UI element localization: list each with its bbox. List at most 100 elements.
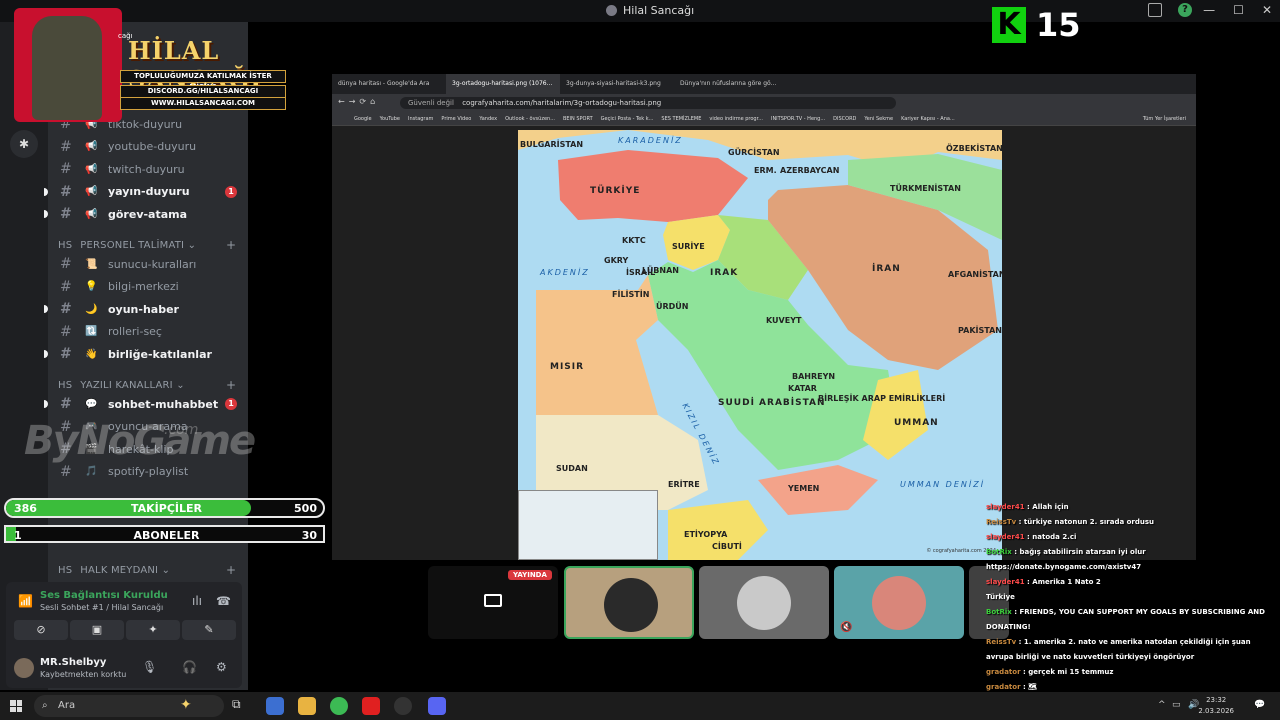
- security-indicator: Güvenli değil: [408, 99, 454, 107]
- map-country-label: BAHREYN: [792, 372, 836, 381]
- channel-label: birliğe-katılanlar: [108, 347, 212, 361]
- discord-icon[interactable]: [428, 697, 446, 715]
- add-channel-icon[interactable]: +: [226, 563, 236, 577]
- bookmark-item[interactable]: SES TEMİZLEME: [661, 112, 701, 125]
- bookmark-item[interactable]: Yandex: [479, 112, 497, 125]
- username[interactable]: MR.Shelbyy: [40, 657, 106, 668]
- bookmark-item[interactable]: YouTube: [380, 112, 400, 125]
- channel-rolleri-seç[interactable]: # 🔃 rolleri-seç: [48, 321, 244, 343]
- browser-tab[interactable]: Dünya'nın nüfuslarına göre gö...: [674, 74, 788, 94]
- bookmark-item[interactable]: Yeni Sekme: [864, 112, 893, 125]
- map-country-label: KKTC: [622, 236, 646, 245]
- add-channel-icon[interactable]: +: [226, 238, 236, 252]
- start-button[interactable]: [10, 700, 22, 712]
- world-locator-inset: [518, 490, 658, 560]
- bookmark-item[interactable]: video indirme progr...: [709, 112, 763, 125]
- map-sea-label: KARADENİZ: [618, 136, 683, 145]
- add-channel-icon[interactable]: +: [226, 378, 236, 392]
- category-header[interactable]: HS HALK MEYDANI ⌄: [58, 565, 170, 576]
- help-icon[interactable]: ?: [1178, 3, 1192, 17]
- bookmark-item[interactable]: Kariyer Kapısı - Ana...: [901, 112, 955, 125]
- obs-icon[interactable]: [394, 697, 412, 715]
- unread-indicator: [44, 400, 48, 408]
- category-header[interactable]: HS YAZILI KANALLARI ⌄: [58, 380, 185, 391]
- nav-buttons[interactable]: ←→⟳⌂: [338, 97, 379, 106]
- bookmark-item[interactable]: Prime Video: [441, 112, 471, 125]
- voice-channel[interactable]: Sesli Sohbet #1 / Hilal Sancağı: [40, 603, 163, 612]
- clock[interactable]: 23:32 2.03.2026: [1198, 695, 1234, 717]
- bookmark-item[interactable]: INITSPOR.TV - Heng...: [771, 112, 825, 125]
- map-country-label: TÜRKMENİSTAN: [890, 184, 961, 193]
- maximize-button[interactable]: ☐: [1233, 3, 1244, 17]
- network-icon[interactable]: ▭: [1172, 700, 1181, 710]
- category-header[interactable]: HS PERSONEL TALİMATI ⌄: [58, 240, 196, 251]
- channel-birliğe-katılanlar[interactable]: # 👋 birliğe-katılanlar: [44, 343, 244, 365]
- close-button[interactable]: ✕: [1262, 3, 1272, 17]
- youtube-icon[interactable]: [362, 697, 380, 715]
- map-country-label: SUUDİ ARABİSTAN: [718, 398, 826, 408]
- bookmark-item[interactable]: DISCORD: [833, 112, 856, 125]
- bookmark-item[interactable]: BEIN SPORT: [563, 112, 593, 125]
- channel-label: sohbet-muhabbet: [108, 397, 219, 411]
- browser-tab[interactable]: 3g-dunya-siyasi-haritasi-k3.png: [560, 74, 674, 94]
- url-field[interactable]: Güvenli değil cografyaharita.com/harital…: [400, 97, 896, 109]
- chat-message: slayder41 : natoda 2.ci: [986, 530, 1276, 545]
- window-title-text: Hilal Sancağı: [623, 4, 695, 17]
- store-icon[interactable]: [266, 697, 284, 715]
- participant-tile[interactable]: [699, 566, 829, 639]
- category-prefix: HS: [58, 565, 73, 576]
- chat-text: Allah için: [1032, 503, 1069, 511]
- channel-yayın-duyuru[interactable]: # 📢 yayın-duyuru 1: [44, 181, 244, 203]
- bookmark-item[interactable]: Google: [354, 112, 372, 125]
- minimize-button[interactable]: —: [1203, 3, 1215, 17]
- tray-chevron-icon[interactable]: ^: [1158, 700, 1166, 710]
- browser-tab[interactable]: 3g-ortadogu-haritasi.png (1076...: [446, 74, 560, 94]
- shared-screen-stream[interactable]: dünya haritası - Google'da Ara 3g-ortadog…: [332, 74, 1196, 560]
- mic-icon[interactable]: 🎙: [142, 660, 157, 674]
- channel-emoji: 💬: [85, 398, 98, 410]
- live-badge: YAYINDA: [508, 570, 552, 580]
- task-view-icon[interactable]: ⧉: [232, 697, 250, 715]
- chat-message: gradator : gerçek mi 15 temmuz: [986, 665, 1276, 680]
- category-label: HALK MEYDANI: [80, 565, 159, 576]
- channel-label: twitch-duyuru: [108, 162, 185, 176]
- channel-youtube-duyuru[interactable]: # 📢 youtube-duyuru: [48, 136, 244, 158]
- participant-tile[interactable]: [564, 566, 694, 639]
- chevron-down-icon: ⌄: [184, 240, 197, 251]
- all-bookmarks[interactable]: Tüm Yer İşaretleri: [1143, 112, 1186, 126]
- search-placeholder: Ara: [58, 700, 76, 711]
- screen-share-button[interactable]: ▣: [70, 620, 124, 640]
- headphones-icon[interactable]: 🎧: [182, 660, 197, 674]
- channel-bilgi-merkezi[interactable]: # 💡 bilgi-merkezi: [48, 276, 244, 298]
- channel-sunucu-kuralları[interactable]: # 📜 sunucu-kuralları: [48, 253, 244, 275]
- channel-twitch-duyuru[interactable]: # 📢 twitch-duyuru: [48, 158, 244, 180]
- channel-görev-atama[interactable]: # 📢 görev-atama: [44, 203, 244, 225]
- inbox-icon[interactable]: [1148, 3, 1162, 17]
- browser-tab[interactable]: dünya haritası - Google'da Ara: [332, 74, 446, 94]
- noise-suppression-button[interactable]: ⊘: [14, 620, 68, 640]
- text-channel-icon: #: [60, 346, 72, 363]
- disconnect-icon[interactable]: ☎: [216, 594, 231, 608]
- notification-icon[interactable]: 💬: [1254, 700, 1265, 710]
- activities-button[interactable]: ✦: [126, 620, 180, 640]
- bookmark-item[interactable]: Outlook - övsüzen...: [505, 112, 555, 125]
- soundboard-button[interactable]: ✎: [182, 620, 236, 640]
- avatar[interactable]: [14, 658, 34, 678]
- text-channel-icon: #: [60, 206, 72, 223]
- server-icon[interactable]: ✱: [10, 130, 38, 158]
- soundboard-icon[interactable]: ılı: [192, 594, 202, 608]
- bookmark-item[interactable]: Instagram: [408, 112, 433, 125]
- participant-tile[interactable]: 🔇: [834, 566, 964, 639]
- map-country-label: UMMAN: [894, 418, 939, 428]
- chrome-icon[interactable]: [330, 697, 348, 715]
- bookmark-item[interactable]: Geçici Posta - Tek k...: [601, 112, 654, 125]
- channel-oyun-haber[interactable]: # 🌙 oyun-haber: [44, 298, 244, 320]
- channel-label: yayın-duyuru: [108, 185, 190, 199]
- channel-sohbet-muhabbet[interactable]: # 💬 sohbet-muhabbet 1: [44, 393, 244, 415]
- settings-gear-icon[interactable]: ⚙: [216, 660, 227, 674]
- copilot-icon[interactable]: ✦: [180, 697, 198, 715]
- channel-spotify-playlist[interactable]: # 🎵 spotify-playlist: [48, 461, 244, 483]
- voice-status: Ses Bağlantısı Kuruldu: [40, 590, 168, 601]
- file-explorer-icon[interactable]: [298, 697, 316, 715]
- stream-tile[interactable]: YAYINDA: [428, 566, 558, 639]
